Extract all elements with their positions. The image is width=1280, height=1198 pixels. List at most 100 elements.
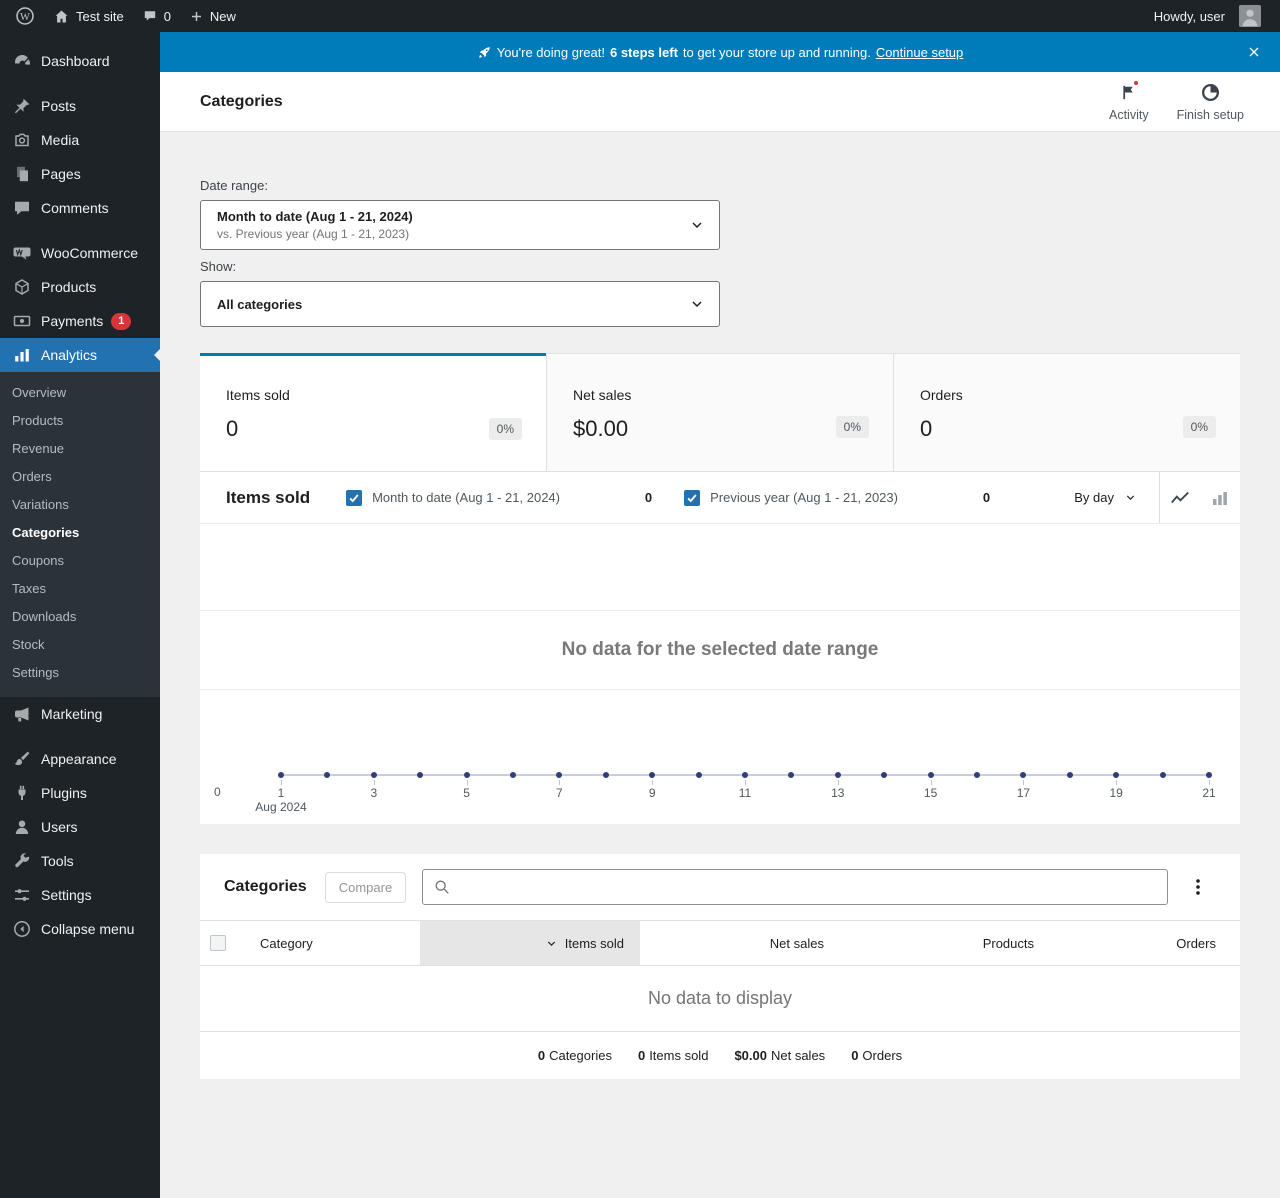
chart-data-point[interactable] — [742, 772, 748, 778]
home-icon — [53, 8, 70, 25]
new-button[interactable]: New — [180, 0, 245, 32]
date-range-value: Month to date (Aug 1 - 21, 2024) — [217, 209, 413, 224]
chart-data-point[interactable] — [370, 772, 377, 778]
chart-data-point[interactable] — [510, 772, 516, 778]
sidebar-subitem-orders[interactable]: Orders — [0, 463, 160, 491]
chart-title: Items sold — [226, 487, 311, 507]
summary-value: 0 — [851, 1048, 859, 1063]
checkbox-checked-icon[interactable] — [346, 489, 363, 506]
bar-chart-button[interactable] — [1200, 472, 1240, 523]
chart-data-point[interactable] — [463, 772, 470, 778]
chart-data-point[interactable] — [1113, 772, 1120, 778]
finish-setup-button[interactable]: Finish setup — [1163, 82, 1258, 122]
select-all-checkbox[interactable] — [210, 935, 226, 951]
site-name-link[interactable]: Test site — [44, 0, 133, 32]
comments-shortcut[interactable]: 0 — [133, 0, 180, 32]
person-icon — [12, 817, 32, 837]
line-chart-button[interactable] — [1160, 472, 1200, 523]
chart-data-point[interactable] — [1020, 772, 1027, 778]
sidebar-separator — [0, 78, 160, 89]
chart-data-point[interactable] — [324, 772, 331, 778]
sidebar-item-payments[interactable]: Payments 1 — [0, 304, 160, 338]
compare-button[interactable]: Compare — [324, 871, 407, 903]
wordpress-menu-button[interactable]: W — [6, 0, 44, 32]
analytics-submenu: Overview Products Revenue Orders Variati… — [0, 372, 160, 697]
sidebar-item-appearance[interactable]: Appearance — [0, 742, 160, 776]
category-filter-value: All categories — [217, 296, 303, 312]
column-header-net-sales[interactable]: Net sales — [640, 921, 840, 965]
sidebar-item-marketing[interactable]: Marketing — [0, 697, 160, 731]
activity-button[interactable]: Activity — [1095, 78, 1163, 122]
column-label: Items sold — [564, 935, 624, 951]
tab-value: 0 — [226, 415, 239, 441]
category-filter-select[interactable]: All categories — [200, 281, 720, 327]
sidebar-item-comments[interactable]: Comments — [0, 191, 160, 225]
chart-axis-tick — [652, 780, 654, 785]
chart-data-point[interactable] — [278, 772, 284, 778]
sidebar-subitem-revenue[interactable]: Revenue — [0, 435, 160, 463]
sidebar-subitem-settings[interactable]: Settings — [0, 659, 160, 687]
summary-tab-items-sold[interactable]: Items sold 0 0% — [200, 353, 546, 471]
sidebar-item-label: Products — [41, 279, 97, 295]
sidebar-subitem-overview[interactable]: Overview — [0, 379, 160, 407]
sidebar-subitem-stock[interactable]: Stock — [0, 631, 160, 659]
chart-legend-previous-year[interactable]: Previous year (Aug 1 - 21, 2023) 0 — [684, 489, 990, 506]
sidebar-item-tools[interactable]: Tools — [0, 844, 160, 878]
sidebar-subitem-variations[interactable]: Variations — [0, 491, 160, 519]
sidebar-item-products[interactable]: Products — [0, 270, 160, 304]
chart-data-point[interactable] — [881, 772, 888, 778]
column-header-items-sold[interactable]: Items sold — [420, 921, 640, 965]
summary-tab-orders[interactable]: Orders 0 0% — [893, 353, 1240, 471]
chart-axis-label: 5 — [463, 786, 470, 800]
chart-data-point[interactable] — [788, 772, 795, 778]
sidebar-item-dashboard[interactable]: Dashboard — [0, 44, 160, 78]
sidebar-item-pages[interactable]: Pages — [0, 157, 160, 191]
sidebar-item-plugins[interactable]: Plugins — [0, 776, 160, 810]
chart-data-point[interactable] — [556, 772, 563, 778]
chart-data-point[interactable] — [834, 772, 841, 778]
banner-message-intro: You're doing great! — [496, 44, 605, 60]
continue-setup-link[interactable]: Continue setup — [876, 45, 963, 60]
account-menu[interactable]: Howdy, user — [1145, 0, 1270, 32]
chart-data-point[interactable] — [649, 772, 656, 778]
sidebar-item-woocommerce[interactable]: WooCommerce — [0, 236, 160, 270]
chart-legend-month-to-date[interactable]: Month to date (Aug 1 - 21, 2024) 0 — [346, 489, 652, 506]
sidebar-item-media[interactable]: Media — [0, 123, 160, 157]
chart-data-point[interactable] — [602, 772, 609, 778]
summary-tab-net-sales[interactable]: Net sales $0.00 0% — [546, 353, 893, 471]
chart-data-point[interactable] — [1159, 772, 1166, 778]
sidebar-item-analytics[interactable]: Analytics — [0, 338, 160, 372]
interval-select[interactable]: By day — [1052, 472, 1159, 523]
chart-data-point[interactable] — [1066, 772, 1073, 778]
sidebar-subitem-products[interactable]: Products — [0, 407, 160, 435]
banner-close-button[interactable] — [1242, 40, 1266, 64]
finish-setup-label: Finish setup — [1176, 107, 1244, 122]
chart-data-point[interactable] — [927, 772, 934, 778]
sidebar-item-users[interactable]: Users — [0, 810, 160, 844]
sidebar-item-label: Tools — [41, 853, 74, 869]
svg-text:W: W — [20, 12, 30, 23]
chart-data-point[interactable] — [1206, 772, 1212, 778]
sidebar-item-label: Pages — [41, 166, 81, 182]
chart-axis-tick — [281, 780, 282, 785]
sidebar-subitem-taxes[interactable]: Taxes — [0, 575, 160, 603]
column-header-orders[interactable]: Orders — [1050, 921, 1240, 965]
sidebar-subitem-categories[interactable]: Categories — [0, 519, 160, 547]
checkbox-checked-icon[interactable] — [684, 489, 701, 506]
sidebar-item-collapse-menu[interactable]: Collapse menu — [0, 912, 160, 946]
chart-axis-tick — [837, 780, 839, 785]
page-header: Categories Activity Finish setup — [160, 72, 1280, 132]
chart-data-point[interactable] — [417, 772, 424, 778]
sidebar-item-posts[interactable]: Posts — [0, 89, 160, 123]
column-header-products[interactable]: Products — [840, 921, 1050, 965]
table-search-input[interactable] — [423, 870, 1167, 904]
date-range-select[interactable]: Month to date (Aug 1 - 21, 2024) vs. Pre… — [200, 200, 720, 250]
sidebar-item-settings[interactable]: Settings — [0, 878, 160, 912]
sidebar-subitem-coupons[interactable]: Coupons — [0, 547, 160, 575]
table-menu-button[interactable] — [1180, 869, 1216, 905]
chart-data-point[interactable] — [974, 772, 980, 778]
sidebar-item-label: Collapse menu — [41, 921, 135, 937]
chart-data-point[interactable] — [695, 772, 702, 778]
column-header-category[interactable]: Category — [250, 921, 420, 965]
sidebar-subitem-downloads[interactable]: Downloads — [0, 603, 160, 631]
